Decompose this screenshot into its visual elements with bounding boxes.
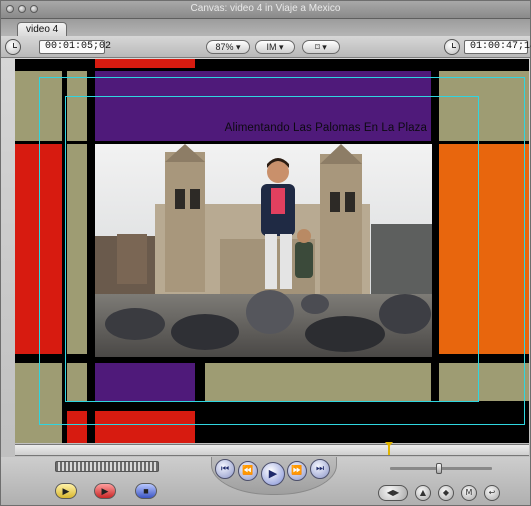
- red-block-bottom: [95, 411, 195, 443]
- jog-control[interactable]: [390, 463, 492, 474]
- title-bar[interactable]: Canvas: video 4 in Viaje a Mexico: [1, 1, 530, 19]
- zoom-chevron-down-icon: ▾: [233, 42, 241, 52]
- go-to-previous-edit-button[interactable]: ⏮: [215, 459, 235, 479]
- khaki-strip-mid: [67, 144, 87, 354]
- zoom-popup[interactable]: 87% ▾: [206, 40, 250, 54]
- canvas-window: Canvas: video 4 in Viaje a Mexico video …: [0, 0, 531, 506]
- red-block-top: [95, 59, 195, 68]
- title-caption: Alimentando Las Palomas En La Plaza: [224, 122, 427, 134]
- purple-block-bottom: [95, 363, 195, 401]
- orange-block-right: [439, 144, 529, 354]
- overwrite-icon: ▶: [101, 486, 109, 496]
- view-mode-icon: IM: [266, 42, 277, 52]
- khaki-block-top-left: [15, 71, 62, 141]
- view-mode-popup[interactable]: IM ▾: [255, 40, 295, 54]
- canvas-toolbar: 00:01:05;02 87% ▾ IM ▾ ⌑ ▾ 01:00:47;14: [1, 36, 531, 58]
- replace-edit-button[interactable]: ■: [135, 483, 157, 499]
- mark-in-out-button[interactable]: ◀▶: [378, 485, 408, 501]
- tab-row: video 4: [1, 19, 530, 37]
- overlay-popup[interactable]: ⌑ ▾: [302, 40, 340, 54]
- insert-icon: ▶: [62, 486, 70, 496]
- red-block-left: [15, 144, 62, 354]
- duration-clock-icon: [5, 39, 21, 55]
- match-frame-button[interactable]: ↩: [484, 485, 500, 501]
- plaza-photo: [95, 144, 432, 357]
- duration-timecode-field[interactable]: 00:01:05;02: [39, 40, 111, 54]
- red-strip-bottom: [67, 411, 87, 443]
- mark-clip-button[interactable]: ▲: [415, 485, 431, 501]
- khaki-strip-bottom: [67, 363, 87, 401]
- transport-controls: ⏮ ⏪ ▶ ⏩ ⏭ ▶ ▶ ■ ◀▶ ▲ ◆ M ↩: [1, 457, 530, 505]
- khaki-block-bottom-right: [439, 363, 529, 401]
- view-mode-chevron-down-icon: ▾: [276, 42, 284, 52]
- current-timecode-field[interactable]: 01:00:47;14: [464, 40, 531, 54]
- khaki-block-bottom-left: [15, 363, 62, 443]
- window-title: Canvas: video 4 in Viaje a Mexico: [190, 3, 341, 14]
- go-to-next-edit-button[interactable]: ⏭: [310, 459, 330, 479]
- plaza-photo-illustration: [95, 144, 432, 357]
- zoom-value: 87%: [215, 42, 234, 52]
- playhead-line: [388, 445, 390, 455]
- overwrite-edit-button[interactable]: ▶: [94, 483, 116, 499]
- add-keyframe-button[interactable]: ◆: [438, 485, 454, 501]
- khaki-strip-top: [67, 71, 87, 141]
- current-time-clock-icon: [444, 39, 460, 55]
- play-around-current-button[interactable]: ⏩: [287, 461, 307, 481]
- tab-video-4[interactable]: video 4: [17, 22, 68, 37]
- play-in-to-out-button[interactable]: ⏪: [238, 461, 258, 481]
- overlay-chevron-down-icon: ▾: [319, 42, 327, 52]
- khaki-block-bottom: [205, 363, 431, 401]
- jog-knob[interactable]: [436, 463, 442, 474]
- insert-edit-button[interactable]: ▶: [55, 483, 77, 499]
- play-button[interactable]: ▶: [261, 462, 285, 486]
- add-marker-button[interactable]: M: [461, 485, 477, 501]
- khaki-block-top-right: [439, 71, 529, 141]
- canvas-viewer[interactable]: Alimentando Las Palomas En La Plaza: [15, 59, 529, 443]
- timeline-scrubber[interactable]: [15, 442, 529, 456]
- replace-icon: ■: [143, 486, 149, 496]
- shuttle-control[interactable]: [55, 461, 159, 472]
